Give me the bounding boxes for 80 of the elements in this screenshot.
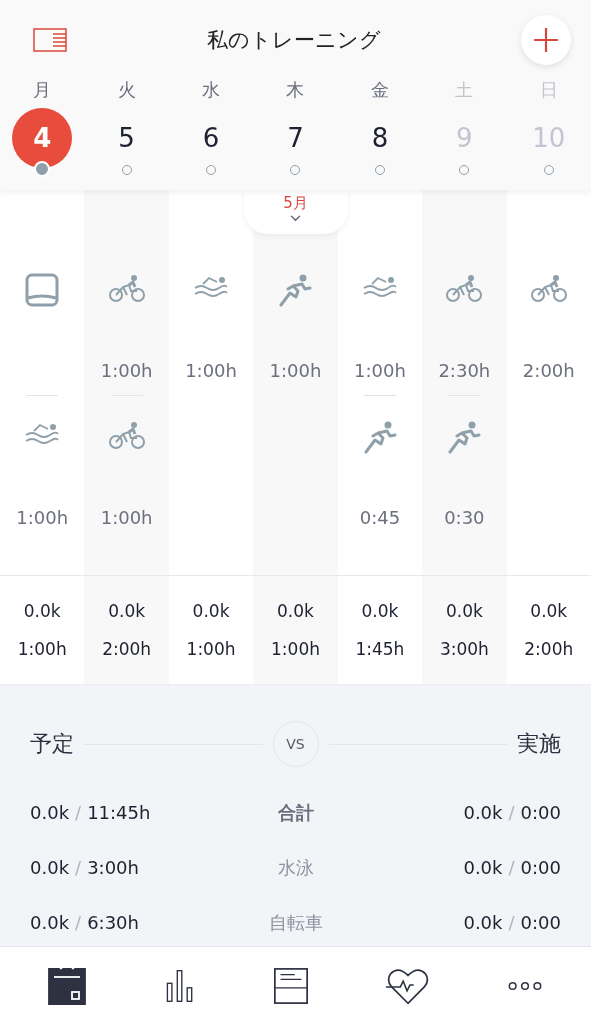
date-button[interactable]: 7 [265,108,326,168]
day-dot-icon [374,165,385,175]
weekday-label: 木 [286,78,305,102]
duration-text: 1:00h [269,359,322,383]
day-dot-icon [459,165,470,175]
duration-text: 1:00h [16,506,69,530]
rest-day-icon[interactable] [25,273,60,307]
duration-text: 1:00h [185,359,237,383]
plan-distance: 0.0k [30,802,70,823]
separator: / [75,857,82,878]
day-dot-icon [34,161,51,177]
total-time: 1:00h [17,639,67,659]
total-distance: 0.0k [277,601,314,621]
add-button[interactable] [521,15,571,65]
category-label: 合計 [277,800,314,825]
runner-icon[interactable] [278,273,313,307]
plan-distance: 0.0k [30,912,70,933]
total-distance: 0.0k [361,601,399,621]
cyclist-icon[interactable] [446,273,483,303]
date-button[interactable]: 6 [181,108,242,168]
total-distance: 0.0k [108,601,146,621]
screen-title: 私のトレーニング [207,27,381,54]
caret-icon [290,215,301,222]
duration-text: 2:30h [438,359,491,383]
cyclist-icon[interactable] [108,420,145,450]
actual-distance: 0.0k [463,912,503,933]
total-time: 1:45h [355,639,405,659]
plan-distance: 0.0k [30,857,70,878]
duration-text: 2:00h [522,359,575,383]
day-dot-icon [206,165,217,175]
cyclist-icon[interactable] [108,273,145,303]
duration-text: 0:45 [359,506,401,530]
duration-text: 1:00h [100,359,153,383]
actual-label: 実施 [517,730,561,758]
date-button[interactable]: 4 [12,108,73,168]
category-label: 自転車 [268,910,323,935]
total-time: 2:00h [524,639,574,659]
separator: / [508,802,515,823]
actual-time: 0:00 [520,912,561,933]
date-button[interactable]: 5 [96,108,157,168]
category-label: 水泳 [277,855,314,880]
runner-icon[interactable] [362,420,397,454]
plan-time: 11:45h [87,802,151,823]
weekday-label: 火 [117,78,136,102]
menu-icon[interactable] [33,28,67,52]
total-distance: 0.0k [192,601,230,621]
weekday-label: 月 [33,78,52,102]
actual-time: 0:00 [520,857,561,878]
cyclist-icon[interactable] [530,273,567,303]
actual-distance: 0.0k [463,802,503,823]
duration-text: 1:00h [354,359,406,383]
plan-time: 6:30h [87,912,139,933]
plan-time: 3:00h [87,857,139,878]
actual-distance: 0.0k [463,857,503,878]
calendar-tab[interactable] [47,965,88,1006]
total-time: 3:00h [439,639,489,659]
day-dot-icon [290,165,301,175]
month-tab[interactable]: 5月 [243,190,348,234]
separator: / [508,857,515,878]
separator: / [508,912,515,933]
day-dot-icon [543,165,554,175]
log-tab[interactable] [272,965,311,1006]
duration-text: 1:00h [100,506,153,530]
separator: / [75,802,82,823]
weekday-label: 金 [370,78,389,102]
plan-label: 予定 [30,730,74,758]
total-distance: 0.0k [23,601,61,621]
actual-time: 0:00 [520,802,561,823]
total-time: 2:00h [102,639,152,659]
day-dot-icon [121,165,132,175]
total-time: 1:00h [186,639,236,659]
add-icon [533,27,559,53]
total-distance: 0.0k [445,601,483,621]
runner-icon[interactable] [447,420,482,454]
separator: / [75,912,82,933]
weekday-label: 水 [202,78,221,102]
duration-text: 0:30 [444,506,485,530]
total-distance: 0.0k [530,601,568,621]
total-time: 1:00h [271,639,320,659]
date-button[interactable]: 8 [349,108,410,168]
